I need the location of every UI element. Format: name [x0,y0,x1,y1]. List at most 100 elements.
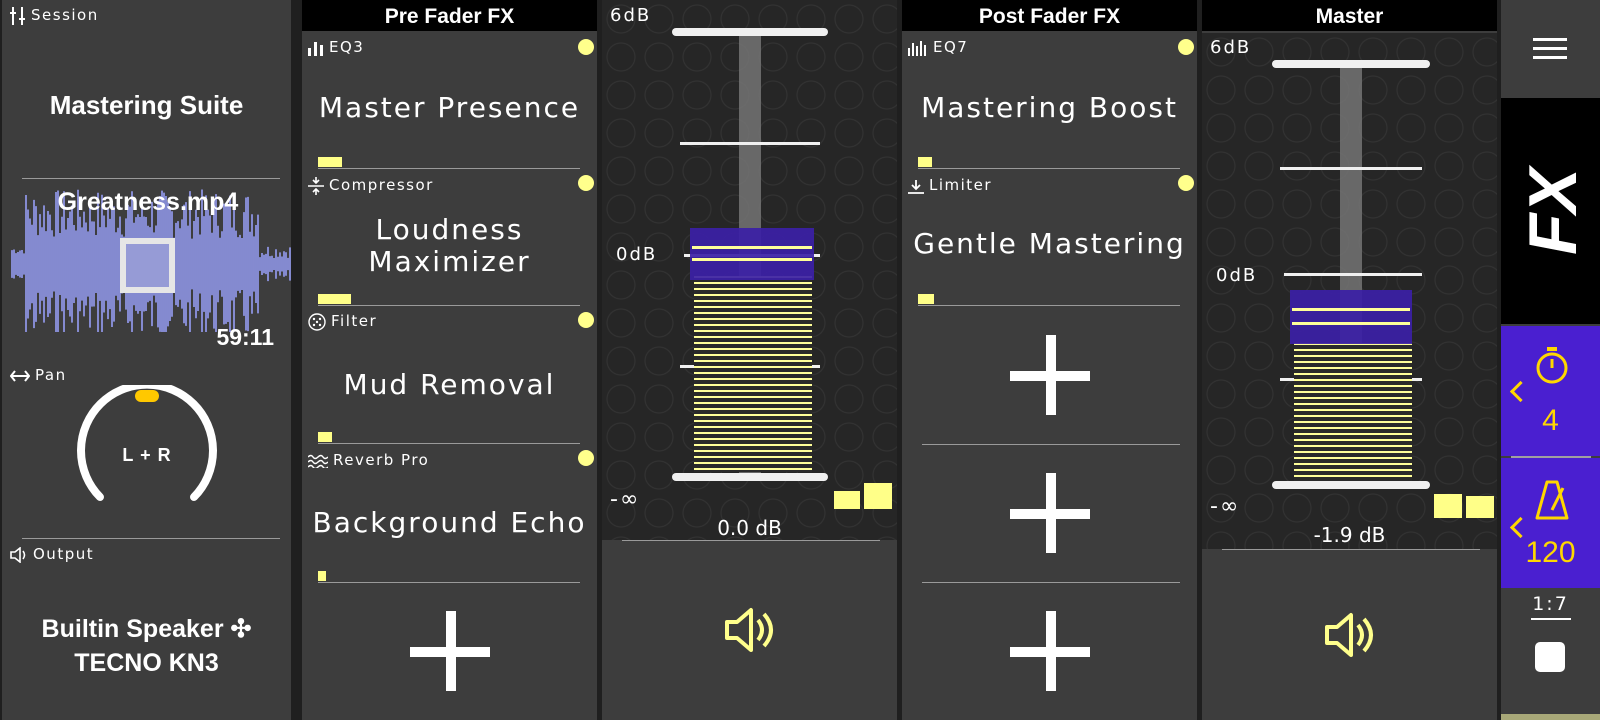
add-fx-button[interactable] [1010,611,1090,691]
sidebar-bottom-bar [1501,714,1600,720]
db-top-label: 6dB [610,5,652,26]
level-meter [1294,343,1412,481]
divider [318,168,580,169]
fx-type: Filter [308,312,377,331]
timer-panel[interactable]: 4 [1501,326,1600,456]
fx-enabled-indicator[interactable] [578,175,594,191]
fx-slot[interactable]: Filter Mud Removal [302,307,597,445]
pre-fader-title: Pre Fader FX [302,0,597,31]
add-fx-button[interactable] [1010,335,1090,415]
fx-type: Compressor [308,176,434,195]
session-label: Session [31,6,99,24]
playhead-box[interactable] [120,238,175,293]
divider [918,168,1180,169]
fx-slot[interactable]: EQ3 Master Presence [302,34,597,170]
fx-type: EQ3 [308,38,364,56]
fx-slot[interactable]: Compressor Loudness Maximizer [302,170,597,307]
output-device[interactable]: Builtin Speaker ✣ TECNO KN3 [2,612,291,680]
output-device-line2: TECNO KN3 [74,649,219,677]
chevron-left-icon [1509,380,1532,403]
stop-button[interactable] [1535,642,1565,672]
pre-fader-panel: Pre Fader FX EQ3 Master Presence Compres… [302,0,597,720]
master-title: Master [1202,0,1497,31]
fx-mix-bar[interactable] [318,157,342,167]
fader-bottom-cap [672,473,828,481]
filter-icon [308,312,326,331]
session-title[interactable]: Mastering Suite [2,90,291,121]
empty-fx-slot[interactable] [902,445,1197,583]
metronome-panel[interactable]: 120 [1501,458,1600,588]
tempo-value: 120 [1525,536,1576,569]
fader-tick [680,142,820,145]
eq-bars-icon [308,41,323,56]
fx-name: Background Echo [312,506,587,539]
divider [918,305,1180,306]
fx-name: Master Presence [318,91,581,124]
speaker-mute-icon[interactable] [1324,610,1378,660]
fader-knob[interactable] [1290,290,1412,344]
fx-type: Reverb Pro [308,451,429,469]
fader-tick [1280,167,1422,170]
sliders-icon [10,6,25,25]
arrows-horizontal-icon [10,369,30,382]
fx-mix-bar[interactable] [918,157,932,167]
fader-value[interactable]: 0.0 dB [602,516,897,540]
fx-enabled-indicator[interactable] [578,39,594,55]
pan-header: Pan [10,366,67,384]
fx-mix-bar[interactable] [918,294,934,304]
fx-type: EQ7 [908,38,968,56]
output-header: Output [10,545,94,563]
fx-slot[interactable]: Reverb Pro Background Echo [302,445,597,585]
limiter-icon [908,179,924,194]
file-name: Greatness.mp4 [57,188,239,216]
fader-knob-line [692,246,812,249]
add-fx-button[interactable] [410,611,490,691]
compressor-icon [308,176,324,195]
peak-indicator-right [864,483,892,509]
divider [318,305,580,306]
fx-logo-panel[interactable]: FX [1501,98,1600,324]
right-sidebar: FX 4 120 1:7 [1501,0,1600,720]
fx-enabled-indicator[interactable] [1178,39,1194,55]
output-label: Output [33,545,95,563]
fx-mix-bar[interactable] [318,571,326,581]
empty-fx-slot[interactable] [902,307,1197,445]
pan-label: Pan [35,366,67,384]
fx-slot[interactable]: EQ7 Mastering Boost [902,34,1197,170]
waveform[interactable]: Greatness.mp4 59:11 [8,182,291,350]
db-zero-label: 0dB [1216,265,1258,286]
pan-value: L + R [122,445,172,465]
fx-name: Gentle Mastering [913,227,1186,260]
duration: 59:11 [216,324,274,350]
peak-indicator-right [1466,496,1494,518]
add-fx-button[interactable] [1010,473,1090,553]
db-inf-label: -∞ [1210,494,1241,519]
fx-mix-bar[interactable] [318,432,332,442]
master-value[interactable]: -1.9 dB [1202,523,1497,547]
session-panel: Session Mastering Suite Greatness.mp4 59… [2,0,291,720]
fader-top-cap [672,28,828,36]
svg-text:FX: FX [1523,164,1583,255]
fx-slot[interactable]: Limiter Gentle Mastering [902,170,1197,307]
fader-knob[interactable] [690,228,814,280]
peak-indicator-left [834,491,860,509]
fx-enabled-indicator[interactable] [578,312,594,328]
session-header: Session [10,6,99,25]
master-channel: Master 6dB 0dB -∞ -1.9 dB [1202,0,1497,720]
fader-knob-line [1292,308,1410,311]
fx-enabled-indicator[interactable] [578,450,594,466]
hamburger-menu-icon[interactable] [1533,36,1567,62]
fx-type: Limiter [908,176,992,194]
divider [922,582,1180,583]
ratio-display[interactable]: 1:7 [1501,593,1600,615]
divider [318,582,580,583]
fx-mix-bar[interactable] [318,294,351,304]
chevron-left-icon [1509,516,1532,539]
fader-knob-line [692,258,812,261]
divider [622,540,880,541]
speaker-mute-icon[interactable] [724,605,778,655]
db-inf-label: -∞ [610,487,641,512]
pan-knob[interactable]: L + R [72,380,222,515]
fx-enabled-indicator[interactable] [1178,175,1194,191]
fader-bottom-cap [1272,481,1430,489]
